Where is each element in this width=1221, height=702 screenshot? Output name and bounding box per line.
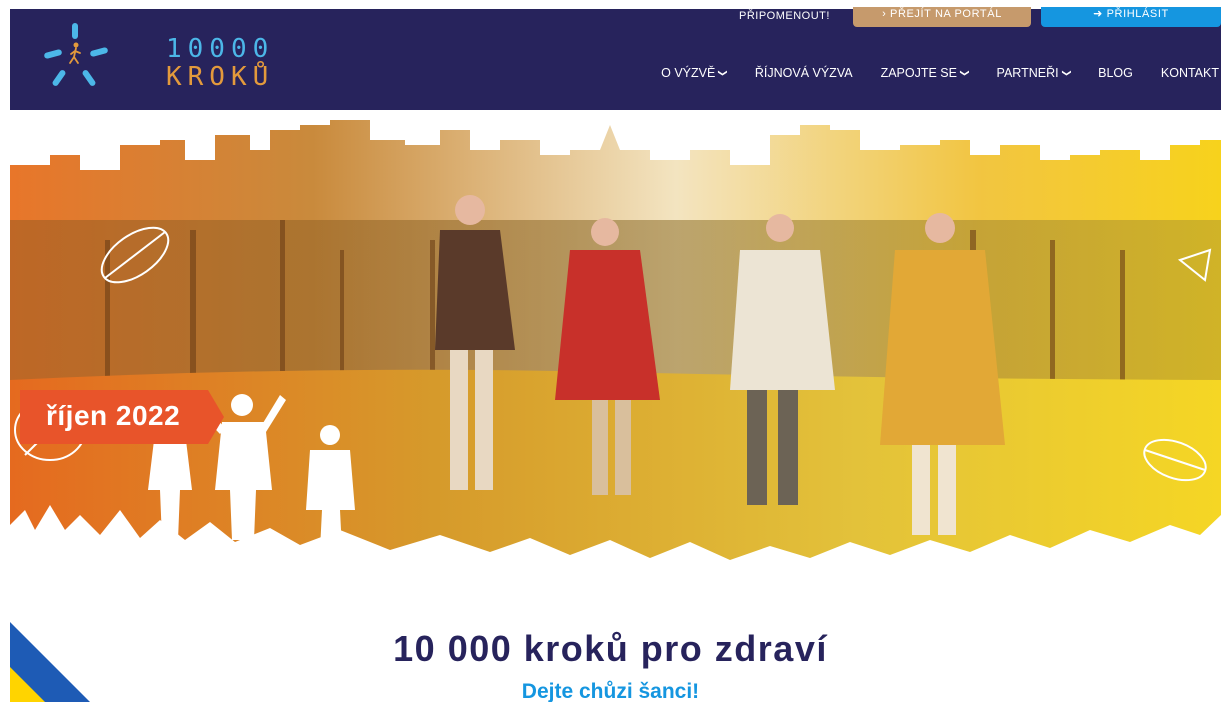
main-nav: O VÝZVĚ ❯ ŘÍJNOVÁ VÝZVA ZAPOJTE SE ❯ PAR… xyxy=(647,65,1221,81)
nav-label: ZAPOJTE SE xyxy=(880,66,957,80)
site-header: 10000 KROKŮ PŘIPOMENOUT! › PŘEJÍT NA POR… xyxy=(10,7,1221,110)
nav-item-partneri[interactable]: PARTNEŘI ❯ xyxy=(983,65,1085,81)
nav-item-o-vyzve[interactable]: O VÝZVĚ ❯ xyxy=(647,65,741,81)
nav-label: BLOG xyxy=(1098,66,1133,80)
month-badge: říjen 2022 xyxy=(20,390,224,444)
page-subtitle: Dejte chůzi šanci! xyxy=(521,680,700,702)
nav-item-rijnova-vyzva[interactable]: ŘÍJNOVÁ VÝZVA xyxy=(741,65,867,81)
nav-item-zapojte-se[interactable]: ZAPOJTE SE ❯ xyxy=(867,65,983,81)
remind-link[interactable]: PŘIPOMENOUT! xyxy=(739,9,830,23)
hero-illustration xyxy=(10,110,1221,565)
page-title: 10 000 kroků pro zdraví xyxy=(393,628,828,669)
chevron-down-icon: ❯ xyxy=(718,69,729,77)
chevron-down-icon: ❯ xyxy=(959,69,970,77)
logo-wordmark: 10000 KROKŮ xyxy=(166,35,274,91)
nav-label: KONTAKT xyxy=(1160,66,1219,80)
hero-banner: říjen 2022 xyxy=(10,110,1221,565)
month-badge-text: říjen 2022 xyxy=(46,400,181,431)
nav-label: ŘÍJNOVÁ VÝZVA xyxy=(754,66,853,80)
nav-item-kontakt[interactable]: KONTAKT xyxy=(1147,65,1221,81)
nav-label: O VÝZVĚ xyxy=(661,66,716,80)
logo-line-2: KROKŮ xyxy=(166,62,275,92)
chevron-down-icon: ❯ xyxy=(1061,69,1072,77)
logo-line-1: 10000 xyxy=(166,34,275,64)
go-to-portal-button[interactable]: › PŘEJÍT NA PORTÁL xyxy=(853,7,1031,27)
nav-label: PARTNEŘI xyxy=(996,66,1059,80)
login-button[interactable]: ➜ PŘIHLÁSIT xyxy=(1041,7,1221,27)
nav-item-blog[interactable]: BLOG xyxy=(1084,65,1147,81)
site-logo[interactable]: 10000 KROKŮ xyxy=(40,21,268,91)
walking-person-logo-icon xyxy=(44,23,108,86)
